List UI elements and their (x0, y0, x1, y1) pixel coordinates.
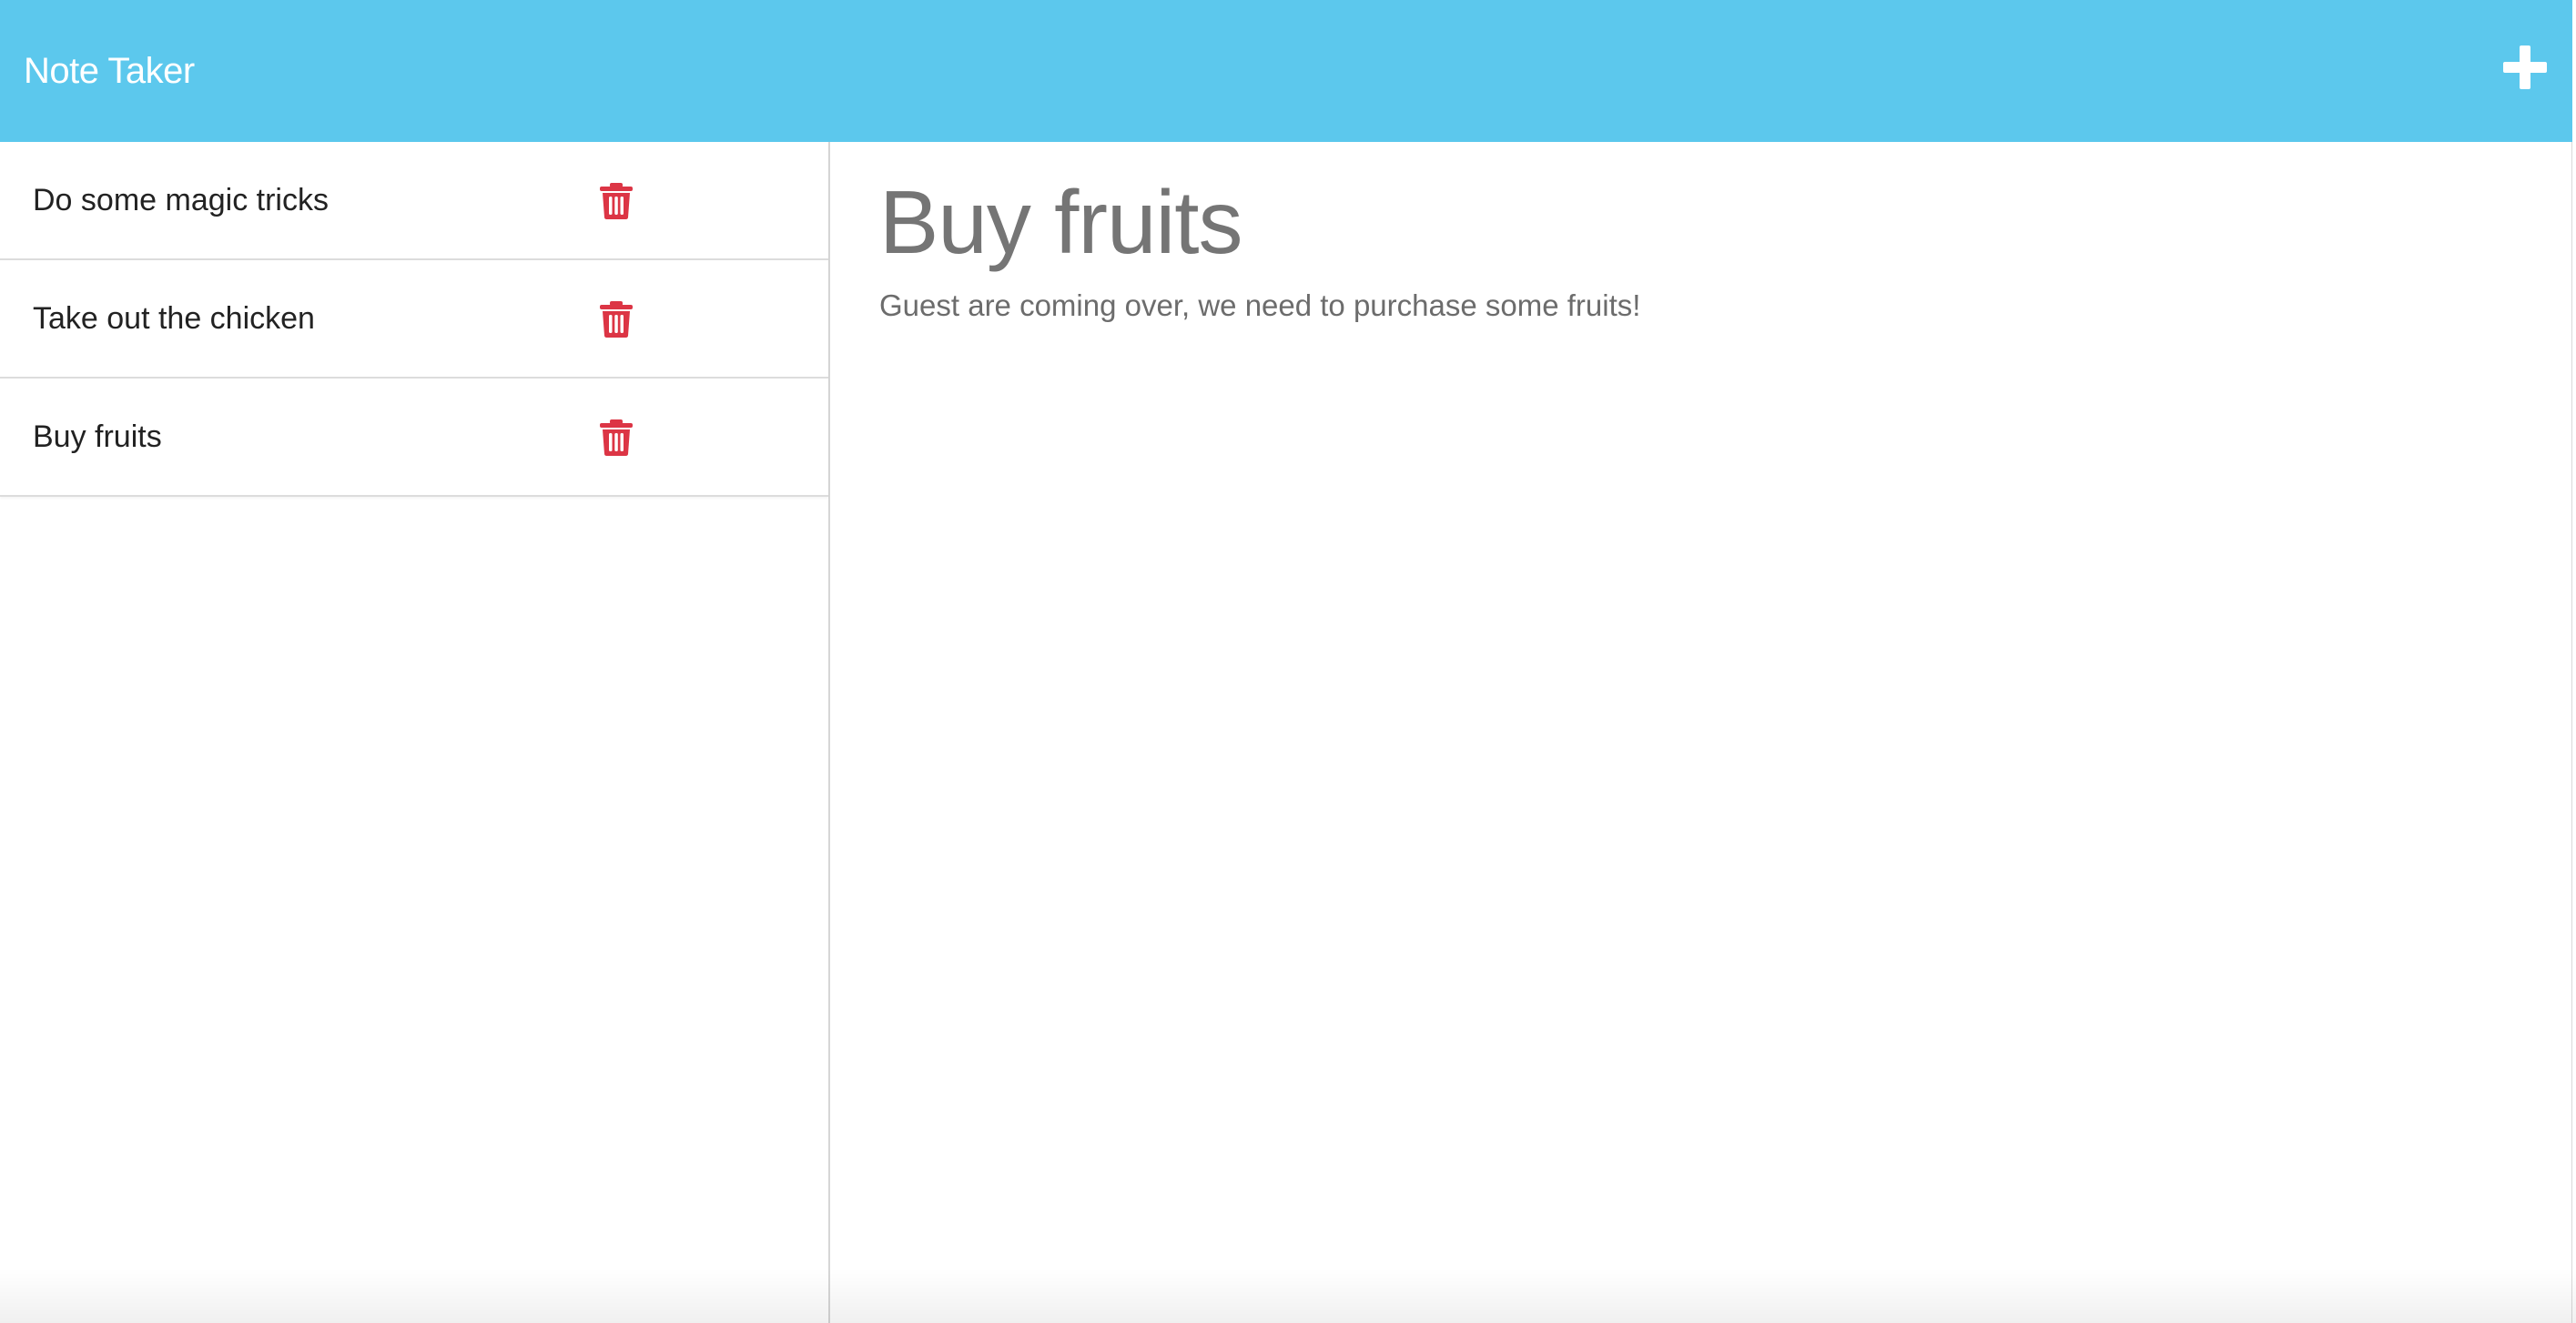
note-title-field[interactable]: Buy fruits (879, 167, 1242, 277)
app-window: Note Taker Do some magic tricks Take out… (0, 0, 2572, 1323)
note-list-item[interactable]: Take out the chicken (0, 260, 828, 379)
delete-note-button[interactable] (599, 182, 634, 220)
delete-note-button[interactable] (599, 300, 634, 338)
plus-icon (2500, 42, 2551, 93)
note-list-item-title[interactable]: Do some magic tricks (33, 142, 329, 258)
note-list-item[interactable]: Buy fruits (0, 379, 828, 495)
note-list-item-title[interactable]: Take out the chicken (33, 260, 315, 377)
trash-icon (599, 182, 634, 220)
navbar: Note Taker (0, 0, 2572, 142)
trash-icon (599, 419, 634, 457)
note-text-area[interactable]: Guest are coming over, we need to purcha… (879, 286, 1640, 326)
delete-note-button[interactable] (599, 419, 634, 457)
app-title[interactable]: Note Taker (24, 47, 195, 95)
note-list: Do some magic tricks Take out the chicke… (0, 142, 828, 497)
note-sidebar: Do some magic tricks Take out the chicke… (0, 142, 830, 1323)
trash-icon (599, 300, 634, 338)
note-editor: Buy fruits Guest are coming over, we nee… (832, 142, 2571, 1323)
new-note-button[interactable] (2500, 42, 2551, 93)
note-list-item[interactable]: Do some magic tricks (0, 142, 828, 260)
note-list-item-title[interactable]: Buy fruits (33, 379, 162, 495)
